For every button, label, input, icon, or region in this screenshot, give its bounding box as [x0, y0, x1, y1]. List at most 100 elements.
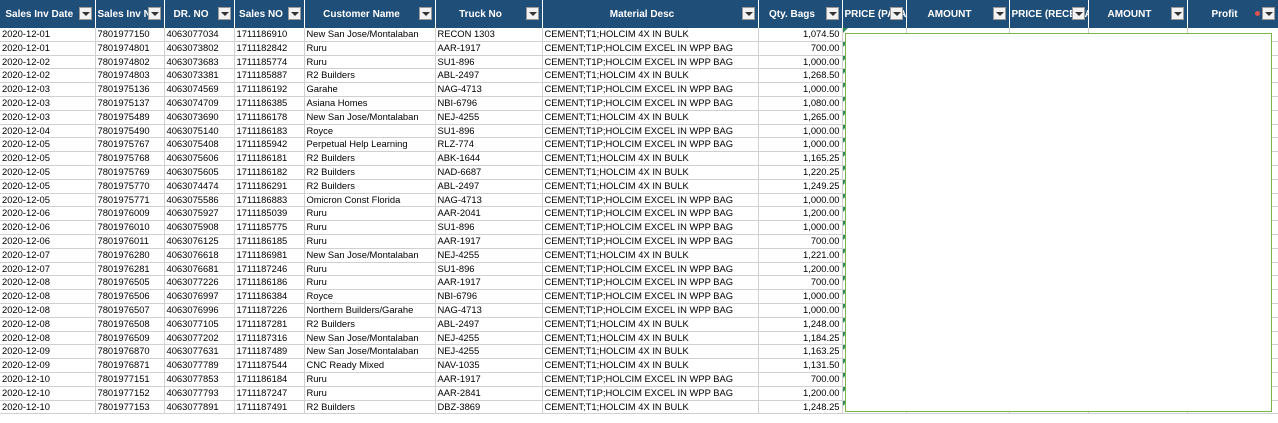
table-cell[interactable]: 2020-12-07: [0, 262, 96, 277]
table-cell[interactable]: 4063077034: [164, 28, 235, 42]
table-cell[interactable]: 1711185775: [234, 220, 305, 235]
table-cell[interactable]: 2020-12-09: [0, 358, 96, 373]
table-cell[interactable]: 7801976010: [95, 220, 165, 235]
table-cell[interactable]: 4063075605: [164, 165, 235, 180]
table-cell[interactable]: DBZ-3869: [435, 400, 543, 415]
table-cell[interactable]: 2020-12-02: [0, 55, 96, 70]
table-cell[interactable]: 7801976506: [95, 289, 165, 304]
table-cell[interactable]: 2020-12-06: [0, 206, 96, 222]
table-cell[interactable]: 1711186185: [234, 234, 305, 249]
table-cell[interactable]: 700.00: [758, 372, 843, 387]
table-cell[interactable]: 2020-12-10: [0, 372, 96, 387]
table-cell[interactable]: 700.00: [758, 234, 843, 249]
table-cell[interactable]: 4063073381: [164, 68, 235, 84]
table-cell[interactable]: 1,200.00: [758, 206, 843, 222]
table-cell[interactable]: 1,000.00: [758, 220, 843, 235]
table-cell[interactable]: 7801975137: [95, 96, 165, 111]
table-cell[interactable]: 4063074474: [164, 179, 235, 194]
table-cell[interactable]: CEMENT;T1P;HOLCIM EXCEL IN WPP BAG: [542, 124, 759, 139]
table-cell[interactable]: 7801976508: [95, 317, 165, 332]
table-cell[interactable]: CEMENT;T1P;HOLCIM EXCEL IN WPP BAG: [542, 386, 759, 401]
table-cell[interactable]: 1711186384: [234, 289, 305, 304]
table-cell[interactable]: 1711185942: [234, 137, 305, 153]
table-cell[interactable]: 700.00: [758, 275, 843, 291]
table-cell[interactable]: 4063076996: [164, 303, 235, 318]
column-header[interactable]: PRICE (PAYABLE: [842, 0, 907, 28]
table-cell[interactable]: 1,000.00: [758, 303, 843, 318]
table-cell[interactable]: AAR-2841: [435, 386, 543, 401]
table-cell[interactable]: 1,268.50: [758, 68, 843, 84]
table-cell[interactable]: 1711186385: [234, 96, 305, 111]
column-header[interactable]: Profit: [1187, 0, 1278, 28]
table-cell[interactable]: 1,000.00: [758, 137, 843, 153]
table-cell[interactable]: 7801976280: [95, 248, 165, 263]
table-cell[interactable]: 7801975490: [95, 124, 165, 139]
table-cell[interactable]: 1711186910: [234, 28, 305, 42]
table-cell[interactable]: CNC Ready Mixed: [304, 358, 436, 373]
table-cell[interactable]: 7801975767: [95, 137, 165, 153]
table-cell[interactable]: 1,165.25: [758, 151, 843, 166]
filter-dropdown-icon[interactable]: [287, 7, 301, 20]
table-cell[interactable]: 2020-12-10: [0, 386, 96, 401]
table-cell[interactable]: CEMENT;T1;HOLCIM 4X IN BULK: [542, 110, 759, 125]
table-cell[interactable]: RECON 1303: [435, 28, 543, 42]
table-cell[interactable]: 1711186184: [234, 372, 305, 387]
table-cell[interactable]: AAR-1917: [435, 275, 543, 291]
table-cell[interactable]: 4063075606: [164, 151, 235, 166]
table-cell[interactable]: 4063075140: [164, 124, 235, 139]
table-cell[interactable]: 7801975489: [95, 110, 165, 125]
table-cell[interactable]: Omicron Const Florida: [304, 193, 436, 208]
table-cell[interactable]: Northern Builders/Garahe: [304, 303, 436, 318]
table-cell[interactable]: 1,265.00: [758, 110, 843, 125]
table-cell[interactable]: 7801974801: [95, 41, 165, 56]
table-cell[interactable]: 4063077891: [164, 400, 235, 415]
table-cell[interactable]: CEMENT;T1P;HOLCIM EXCEL IN WPP BAG: [542, 206, 759, 222]
table-cell[interactable]: R2 Builders: [304, 68, 436, 84]
table-cell[interactable]: 7801975768: [95, 151, 165, 166]
blank-overlay-panel[interactable]: [845, 33, 1272, 412]
table-cell[interactable]: CEMENT;T1P;HOLCIM EXCEL IN WPP BAG: [542, 82, 759, 97]
table-cell[interactable]: 2020-12-03: [0, 82, 96, 97]
table-cell[interactable]: 4063073683: [164, 55, 235, 70]
table-cell[interactable]: SU1-896: [435, 220, 543, 235]
table-cell[interactable]: 2020-12-04: [0, 124, 96, 139]
table-cell[interactable]: CEMENT;T1;HOLCIM 4X IN BULK: [542, 68, 759, 84]
table-cell[interactable]: 4063073690: [164, 110, 235, 125]
table-cell[interactable]: 7801976009: [95, 206, 165, 222]
table-cell[interactable]: 1711186181: [234, 151, 305, 166]
table-cell[interactable]: ABK-1644: [435, 151, 543, 166]
table-cell[interactable]: 4063077202: [164, 331, 235, 346]
table-cell[interactable]: 7801976509: [95, 331, 165, 346]
table-cell[interactable]: Royce: [304, 289, 436, 304]
table-cell[interactable]: 4063077105: [164, 317, 235, 332]
table-cell[interactable]: 7801977152: [95, 386, 165, 401]
table-cell[interactable]: CEMENT;T1P;HOLCIM EXCEL IN WPP BAG: [542, 289, 759, 304]
column-header[interactable]: PRICE (RECEIVABLE: [1009, 0, 1089, 28]
table-cell[interactable]: 1,220.25: [758, 165, 843, 180]
column-header[interactable]: Material Desc: [542, 0, 759, 28]
table-cell[interactable]: NAG-4713: [435, 303, 543, 318]
table-cell[interactable]: R2 Builders: [304, 400, 436, 415]
table-cell[interactable]: 1,200.00: [758, 262, 843, 277]
column-header[interactable]: Sales NO: [234, 0, 305, 28]
table-cell[interactable]: CEMENT;T1P;HOLCIM EXCEL IN WPP BAG: [542, 275, 759, 291]
table-cell[interactable]: New San Jose/Montalaban: [304, 344, 436, 360]
table-cell[interactable]: R2 Builders: [304, 317, 436, 332]
table-cell[interactable]: R2 Builders: [304, 165, 436, 180]
table-cell[interactable]: 4063075908: [164, 220, 235, 235]
filter-dropdown-icon[interactable]: [992, 7, 1006, 20]
table-cell[interactable]: New San Jose/Montalaban: [304, 28, 436, 42]
table-cell[interactable]: SU1-896: [435, 124, 543, 139]
table-cell[interactable]: 7801976011: [95, 234, 165, 249]
table-cell[interactable]: CEMENT;T1;HOLCIM 4X IN BULK: [542, 317, 759, 332]
table-cell[interactable]: CEMENT;T1;HOLCIM 4X IN BULK: [542, 179, 759, 194]
table-cell[interactable]: NAV-1035: [435, 358, 543, 373]
table-cell[interactable]: 1,131.50: [758, 358, 843, 373]
table-cell[interactable]: CEMENT;T1;HOLCIM 4X IN BULK: [542, 400, 759, 415]
column-header[interactable]: Sales Inv No: [95, 0, 165, 28]
filter-dropdown-icon[interactable]: [418, 7, 432, 20]
table-cell[interactable]: CEMENT;T1;HOLCIM 4X IN BULK: [542, 28, 759, 42]
table-cell[interactable]: Perpetual Help Learning: [304, 137, 436, 153]
table-cell[interactable]: 7801976505: [95, 275, 165, 291]
table-cell[interactable]: CEMENT;T1P;HOLCIM EXCEL IN WPP BAG: [542, 220, 759, 235]
